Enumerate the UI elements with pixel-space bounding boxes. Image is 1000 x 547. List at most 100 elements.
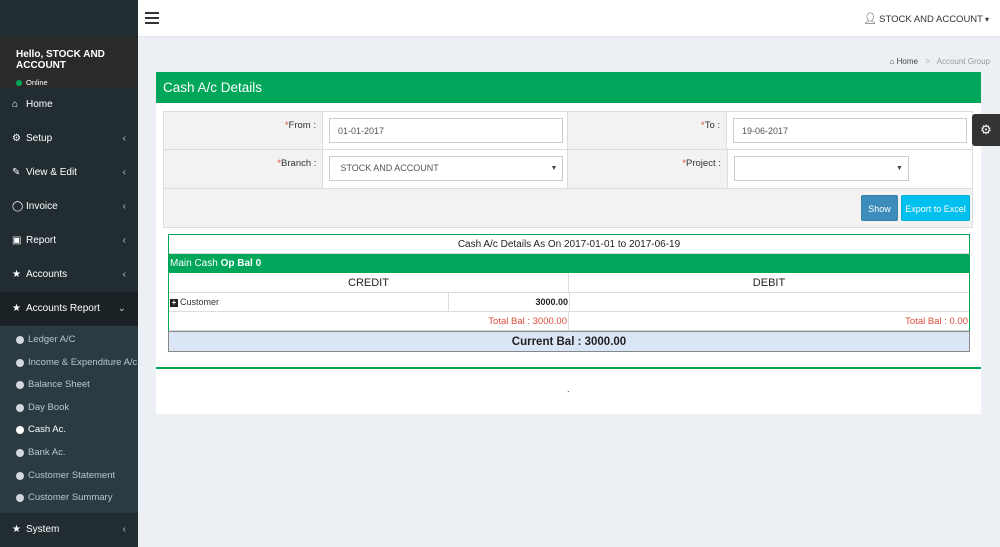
dropdown-arrow-icon: ▼ bbox=[550, 165, 558, 172]
credit-total: Total Bal : 3000.00 bbox=[169, 312, 569, 330]
filter-row-branch: *Branch : STOCK AND ACCOUNT ▼ *Project : … bbox=[163, 150, 973, 189]
project-cell: ▼ bbox=[728, 150, 972, 188]
branch-label-text: Branch : bbox=[281, 158, 317, 169]
star-icon: ★ bbox=[12, 269, 21, 280]
sidebar-item-label: Setup bbox=[26, 133, 53, 144]
page-title: Cash A/c Details bbox=[156, 72, 981, 103]
submenu-item-cash-ac[interactable]: Cash Ac. bbox=[0, 419, 138, 442]
breadcrumb-home-link[interactable]: Home bbox=[897, 57, 918, 66]
submenu-item-income-expenditure[interactable]: Income & Expenditure A/c bbox=[0, 352, 138, 375]
sidebar-item-accounts[interactable]: ★ Accounts ‹ bbox=[0, 258, 138, 292]
star-icon: ★ bbox=[12, 303, 21, 314]
project-label: *Project : bbox=[568, 150, 728, 188]
settings-gear-icon[interactable]: ⚙ bbox=[972, 114, 1000, 146]
submenu-item-label: Bank Ac. bbox=[28, 446, 66, 458]
to-date-input[interactable] bbox=[733, 118, 967, 143]
circle-icon bbox=[16, 336, 24, 344]
sidebar-item-system[interactable]: ★ System ‹ bbox=[0, 512, 138, 547]
sidebar-item-label: Accounts bbox=[26, 269, 68, 280]
account-bar: Main Cash Op Bal 0 bbox=[169, 254, 969, 273]
dropdown-arrow-icon: ▼ bbox=[895, 165, 903, 172]
credit-row-name: + Customer bbox=[169, 293, 450, 311]
from-label-text: From : bbox=[288, 120, 316, 131]
invoice-icon: ◯ bbox=[12, 201, 24, 212]
credit-cell: + Customer 3000.00 bbox=[169, 293, 570, 311]
show-button[interactable]: Show bbox=[861, 195, 898, 221]
project-label-text: Project : bbox=[686, 158, 721, 169]
submenu-item-label: Income & Expenditure A/c bbox=[28, 356, 138, 368]
sidebar-logo-area bbox=[0, 0, 138, 37]
circle-icon bbox=[16, 494, 24, 503]
credit-row-amount: 3000.00 bbox=[535, 297, 568, 307]
from-cell bbox=[323, 112, 568, 149]
sidebar-menu: ⌂ Home ⚙ Setup ‹ ✎ View & Edit ‹ ◯ Invoice ‹ ▣ R… bbox=[0, 88, 138, 547]
totals-row: Total Bal : 3000.00 Total Bal : 0.00 bbox=[169, 312, 969, 331]
sidebar-item-label: View & Edit bbox=[26, 167, 77, 178]
top-navbar: 👤︎ STOCK AND ACCOUNT ▾ bbox=[138, 0, 1000, 37]
sidebar-item-label: System bbox=[26, 523, 60, 535]
chevron-left-icon: ‹ bbox=[122, 133, 126, 144]
breadcrumb-current: Account Group bbox=[936, 57, 990, 66]
from-label: *From : bbox=[164, 112, 323, 149]
branch-select[interactable]: STOCK AND ACCOUNT ▼ bbox=[329, 156, 564, 181]
submenu-item-ledger[interactable]: Ledger A/C bbox=[0, 329, 138, 352]
circle-icon bbox=[16, 448, 24, 457]
submenu-item-balance-sheet[interactable]: Balance Sheet bbox=[0, 374, 138, 397]
user-status-label: Online bbox=[26, 78, 48, 87]
chevron-down-icon: ⌄ bbox=[117, 303, 126, 314]
filter-actions: Show Export to Excel bbox=[163, 189, 973, 228]
circle-icon bbox=[16, 381, 24, 390]
sidebar-item-accounts-report[interactable]: ★ Accounts Report ⌄ bbox=[0, 292, 138, 326]
submenu-item-label: Day Book bbox=[28, 401, 70, 413]
branch-select-value: STOCK AND ACCOUNT bbox=[340, 163, 439, 173]
credit-header: CREDIT bbox=[169, 273, 569, 292]
filter-form: *From : *To : *Branch : STOCK AND ACCOUN… bbox=[163, 111, 973, 228]
circle-icon bbox=[16, 358, 24, 367]
expand-plus-icon[interactable]: + bbox=[170, 298, 178, 307]
submenu-item-label: Ledger A/C bbox=[28, 334, 76, 345]
chevron-left-icon: ‹ bbox=[122, 269, 126, 280]
hamburger-menu-icon[interactable] bbox=[145, 12, 159, 24]
sidebar-item-view-edit[interactable]: ✎ View & Edit ‹ bbox=[0, 156, 138, 190]
sidebar: Hello, STOCK AND ACCOUNT Online ⌂ Home ⚙ S… bbox=[0, 0, 138, 547]
circle-icon bbox=[16, 471, 24, 480]
submenu-item-day-book[interactable]: Day Book bbox=[0, 397, 138, 420]
circle-icon bbox=[16, 426, 24, 435]
project-select[interactable]: ▼ bbox=[733, 156, 909, 181]
caret-down-icon: ▾ bbox=[984, 15, 989, 24]
branch-cell: STOCK AND ACCOUNT ▼ bbox=[323, 150, 569, 188]
chevron-left-icon: ‹ bbox=[122, 235, 126, 246]
sidebar-item-label: Accounts Report bbox=[26, 303, 100, 314]
footer-text: . bbox=[567, 384, 570, 394]
sidebar-item-label: Invoice bbox=[26, 201, 58, 212]
sidebar-item-home[interactable]: ⌂ Home bbox=[0, 88, 138, 122]
report-title: Cash A/c Details As On 2017-01-01 to 201… bbox=[169, 235, 969, 254]
circle-icon bbox=[16, 403, 24, 412]
sidebar-item-label: Report bbox=[26, 235, 57, 246]
star-icon: ★ bbox=[12, 523, 21, 535]
export-excel-button[interactable]: Export to Excel bbox=[901, 195, 970, 221]
submenu-item-customer-summary[interactable]: Customer Summary bbox=[0, 487, 138, 510]
user-icon: 👤︎ bbox=[863, 13, 878, 25]
to-label: *To : bbox=[568, 112, 727, 149]
sidebar-item-setup[interactable]: ⚙ Setup ‹ bbox=[0, 122, 138, 156]
chevron-left-icon: ‹ bbox=[122, 201, 126, 212]
cash-report-table: Cash A/c Details As On 2017-01-01 to 201… bbox=[168, 234, 970, 352]
submenu-item-label: Customer Statement bbox=[28, 469, 116, 481]
user-panel: Hello, STOCK AND ACCOUNT Online bbox=[0, 37, 138, 88]
user-menu-label: STOCK AND ACCOUNT bbox=[879, 14, 983, 25]
sidebar-item-report[interactable]: ▣ Report ‹ bbox=[0, 224, 138, 258]
user-menu-dropdown[interactable]: 👤︎ STOCK AND ACCOUNT ▾ bbox=[863, 12, 989, 25]
table-row: + Customer 3000.00 bbox=[169, 293, 969, 312]
to-label-text: To : bbox=[704, 120, 720, 131]
home-icon: ⌂ bbox=[12, 99, 19, 110]
submenu-item-label: Customer Summary bbox=[28, 492, 113, 504]
sidebar-item-invoice[interactable]: ◯ Invoice ‹ bbox=[0, 190, 138, 224]
submenu-item-bank-ac[interactable]: Bank Ac. bbox=[0, 442, 138, 465]
online-dot-icon bbox=[16, 80, 22, 87]
submenu-item-customer-statement[interactable]: Customer Statement bbox=[0, 465, 138, 488]
breadcrumb: ⌂ Home > Account Group bbox=[890, 57, 990, 66]
user-greeting: Hello, STOCK AND ACCOUNT bbox=[16, 49, 105, 71]
from-date-input[interactable] bbox=[329, 118, 563, 143]
account-name: Main Cash bbox=[170, 258, 218, 269]
